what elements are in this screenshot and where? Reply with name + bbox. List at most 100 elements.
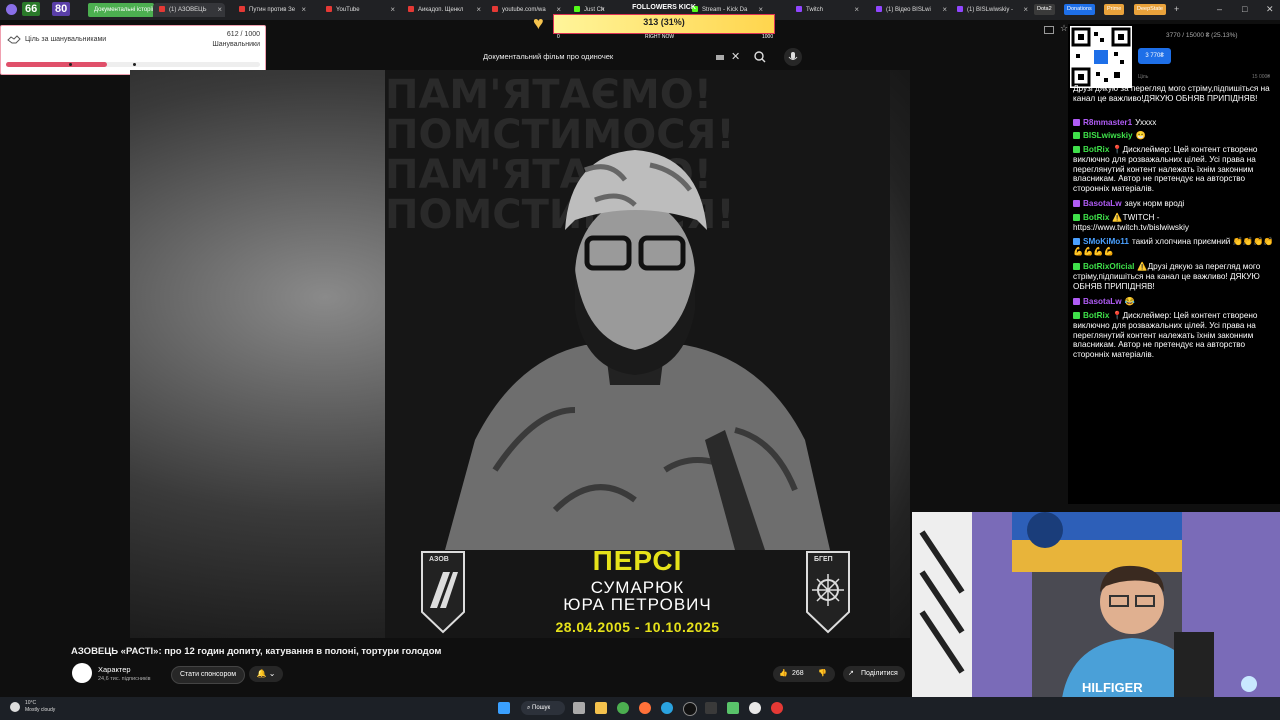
chat-message: BasotaLw 😂 [1073, 297, 1277, 307]
chat-message: BotRix ⚠️TWITCH - https://www.twitch.tv/b… [1073, 213, 1277, 233]
chat-username[interactable]: BotRix [1083, 311, 1109, 320]
webcam-feed: HILFIGER [912, 512, 1280, 698]
video-player[interactable]: ПАМ'ЯТАЄМО! ПОМСТИМОСЯ! ПАМ'ЯТАЄМО! ПОМС… [130, 70, 910, 638]
followers-progress-text: 313 (31%) [643, 17, 685, 27]
tab-label: Документальні історії [94, 7, 154, 13]
search-icon: ⌕ [527, 705, 531, 711]
followers-axis-mid: RIGHT NOW [645, 34, 675, 40]
goal-count: 612 / 1000 [226, 31, 260, 38]
user-badge-icon [1073, 119, 1080, 127]
browser-tab[interactable]: Путин против Зе × [233, 3, 309, 17]
chat-username[interactable]: BotRix [1083, 213, 1109, 222]
thumbs-down-icon[interactable]: 👎 [818, 666, 827, 682]
weather-temp: 10°C [25, 700, 37, 706]
microphone-icon[interactable] [782, 47, 804, 67]
goal-label: Ціль за шанувальниками [25, 36, 107, 43]
extension-button[interactable]: Dota2 [1034, 4, 1055, 15]
browser-tab[interactable]: Аикадоп. Щенкл × [402, 3, 484, 17]
user-badge-icon [1073, 132, 1080, 140]
extension-button[interactable]: DeepState [1134, 4, 1166, 15]
donation-goal-target: 15 000₴ [1252, 74, 1271, 80]
weather-desc: Mostly cloudy [25, 707, 56, 713]
browser-tab[interactable]: (1) АЗОВЕЦЬ × [153, 3, 225, 17]
tab-favicon-icon [876, 6, 882, 13]
donation-amount: 3 770₴ [1138, 48, 1171, 64]
goal-progress-track [6, 62, 260, 67]
like-count: 268 [792, 670, 804, 677]
file-explorer-icon[interactable] [595, 702, 607, 714]
search-input[interactable]: Документальний фільм про одиночек [483, 52, 613, 61]
like-dislike-group[interactable]: 👍 268 👎 [773, 666, 835, 682]
tab-label: (1) Відео BISLwi [886, 7, 931, 13]
channel-subscribers: 24,6 тис. підписників [98, 676, 151, 682]
chat-username[interactable]: BotRix [1083, 145, 1109, 154]
app-icon[interactable] [771, 702, 783, 714]
close-window-button[interactable]: ✕ [1266, 4, 1274, 15]
tab-favicon-icon [408, 6, 414, 13]
extension-button[interactable]: Prime [1104, 4, 1125, 15]
keyboard-icon[interactable] [716, 55, 724, 60]
share-button[interactable]: ↗ Поділитися [843, 666, 905, 682]
game-icon[interactable] [727, 702, 739, 714]
chat-text: 😂 [1124, 297, 1135, 306]
weather-widget[interactable]: 10°C Mostly cloudy [25, 700, 55, 714]
extension-button[interactable]: Donations [1064, 4, 1095, 15]
chat-username[interactable]: BasotaLw [1083, 297, 1122, 306]
browser-tab[interactable]: (1) BISLwiwskiy - × [951, 3, 1031, 17]
site-info-icon[interactable] [1044, 26, 1054, 34]
user-badge-icon [1073, 214, 1080, 222]
chat-message: BasotaLw заук норм вроді [1073, 199, 1277, 209]
start-menu-icon[interactable] [498, 702, 510, 714]
telegram-icon[interactable] [661, 702, 673, 714]
user-badge-icon [1073, 146, 1080, 154]
chat-message: Друзі дякую за перегляд мого стріму,підп… [1073, 84, 1277, 104]
bgep-badge-label: БГЕП [814, 556, 833, 563]
minimize-button[interactable]: – [1217, 4, 1222, 14]
tab-label: Twitch [806, 7, 824, 13]
search-bar[interactable]: Документальний фільм про одиночек ✕ [472, 47, 772, 67]
app-icon[interactable] [705, 702, 717, 714]
close-tab-icon[interactable]: × [854, 3, 859, 17]
thumbs-up-icon[interactable]: 👍 [779, 666, 788, 682]
browser-profile-icon[interactable] [6, 4, 17, 15]
close-tab-icon[interactable]: × [942, 3, 947, 17]
chat-username[interactable]: BasotaLw [1083, 199, 1122, 208]
close-tab-icon[interactable]: × [217, 3, 222, 17]
tab-label: (1) BISLwiwskiy - [967, 7, 1014, 13]
chrome-active-icon[interactable] [749, 702, 761, 714]
chat-message: BISLwiwskiy 😁 [1073, 131, 1277, 141]
clear-search-icon[interactable]: ✕ [731, 50, 740, 63]
bookmark-star-icon[interactable]: ☆ [1060, 23, 1068, 34]
close-tab-icon[interactable]: × [476, 3, 481, 17]
browser-tab[interactable]: (1) Відео BISLwi × [870, 3, 950, 17]
search-icon[interactable] [750, 47, 770, 67]
chat-username[interactable]: R8mmaster1 [1083, 118, 1132, 127]
azov-badge-label: АЗОВ [429, 556, 449, 563]
heart-icon: ♥ [533, 13, 544, 33]
chrome-icon[interactable] [617, 702, 629, 714]
chat-username[interactable]: BotRixOficial [1083, 262, 1134, 271]
new-tab-button[interactable]: + [1174, 4, 1179, 14]
task-view-icon[interactable] [573, 702, 585, 714]
tab-favicon-icon [326, 6, 332, 13]
chat-message: R8mmaster1 Ухххх [1073, 118, 1277, 128]
close-tab-icon[interactable]: × [390, 3, 395, 17]
channel-avatar[interactable] [72, 663, 92, 683]
close-tab-icon[interactable]: × [1023, 3, 1028, 17]
obs-icon[interactable] [683, 702, 697, 716]
chat-username[interactable]: SMoKiMo11 [1083, 237, 1129, 246]
browser-tab[interactable]: Twitch × [790, 3, 862, 17]
browser-tab[interactable]: YouTube × [320, 3, 398, 17]
browser-tab[interactable]: Документальні історії [88, 3, 154, 17]
firefox-icon[interactable] [639, 702, 651, 714]
memorial-poster: ПАМ'ЯТАЄМО! ПОМСТИМОСЯ! ПАМ'ЯТАЄМО! ПОМС… [385, 70, 890, 638]
sponsor-button[interactable]: Стати спонсором [171, 666, 245, 684]
tab-favicon-icon [796, 6, 802, 13]
notification-bell-button[interactable]: 🔔 ⌄ [249, 666, 283, 682]
channel-name[interactable]: Характер [98, 665, 131, 674]
taskbar-search[interactable]: ⌕ Пошук [521, 701, 565, 715]
chat-message: BotRix 📍Дисклеймер: Цей контент створено … [1073, 311, 1277, 360]
maximize-button[interactable]: □ [1242, 4, 1247, 14]
chat-username[interactable]: BISLwiwskiy [1083, 131, 1133, 140]
close-tab-icon[interactable]: × [301, 3, 306, 17]
